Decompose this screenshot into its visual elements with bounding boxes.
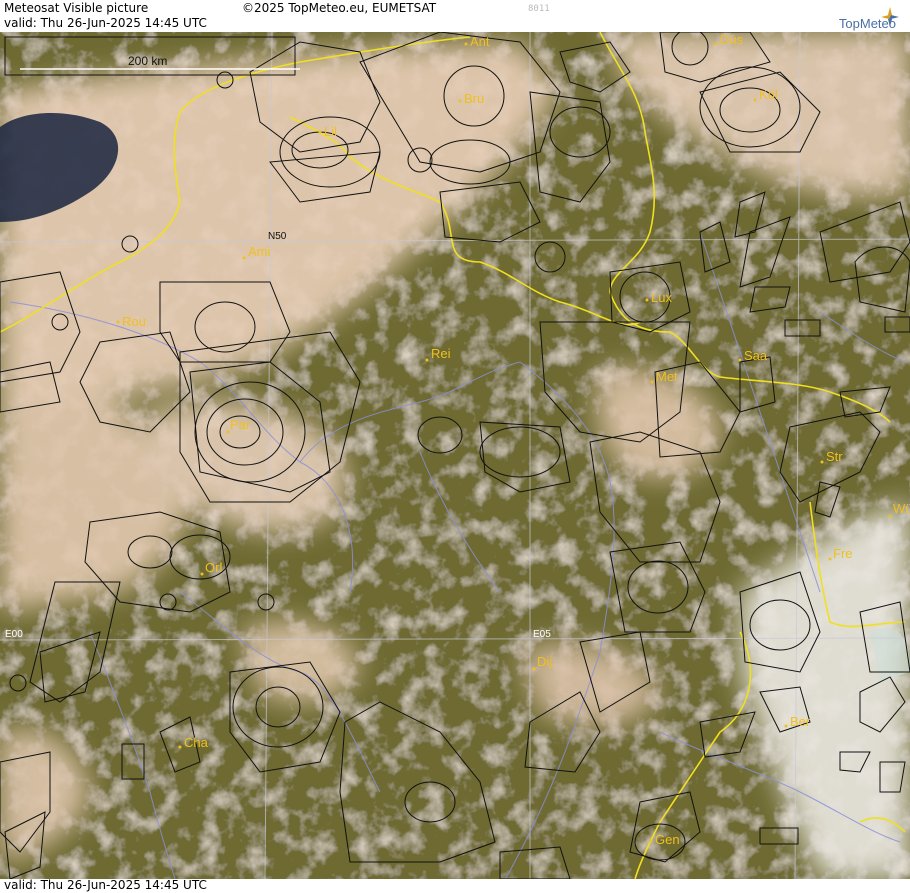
satellite-map[interactable]: 200 km N50 E00 E05 Ant Düs Bru Köl Lil A… (0, 32, 910, 879)
city-brussels[interactable]: Bru (464, 91, 484, 106)
image-code: 8011 (528, 4, 550, 14)
valid-time-bottom: valid: Thu 26-Jun-2025 14:45 UTC (4, 878, 207, 892)
brand-logo: TopMeteo (838, 16, 896, 31)
city-saarbruecken[interactable]: Saa (744, 348, 768, 363)
city-bern[interactable]: Ber (790, 714, 811, 729)
city-chateauroux[interactable]: Cha (184, 735, 209, 750)
grid-label-n50: N50 (268, 231, 287, 242)
satellite-map-svg: 200 km N50 E00 E05 Ant Düs Bru Köl Lil A… (0, 32, 910, 879)
city-rouen[interactable]: Rou (122, 314, 146, 329)
satellite-frame: Meteosat Visible picture ©2025 TopMeteo.… (0, 0, 910, 893)
city-paris[interactable]: Par (230, 417, 251, 432)
scale-label: 200 km (128, 54, 167, 68)
city-antwerp[interactable]: Ant (470, 34, 490, 49)
city-duesseldorf[interactable]: Düs (720, 32, 744, 47)
city-dijon[interactable]: Dij (537, 654, 552, 669)
city-orleans[interactable]: Orl (205, 560, 222, 575)
city-metz[interactable]: Met (656, 369, 678, 384)
header-bar: Meteosat Visible picture ©2025 TopMeteo.… (0, 0, 910, 33)
city-strasbourg[interactable]: Str (826, 449, 843, 464)
picture-title: Meteosat Visible picture (4, 1, 149, 15)
grid-label-e00: E00 (5, 629, 23, 640)
city-geneva[interactable]: Gen (655, 832, 680, 847)
city-freiburg[interactable]: Fre (833, 546, 853, 561)
city-amiens[interactable]: Ami (248, 244, 271, 259)
city-koeln[interactable]: Köl (759, 87, 778, 102)
city-reims[interactable]: Rei (431, 346, 451, 361)
city-wu[interactable]: Wü (893, 501, 910, 516)
grid-label-e05: E05 (533, 629, 551, 640)
city-luxembourg[interactable]: Lux (651, 290, 672, 305)
footer-bar: valid: Thu 26-Jun-2025 14:45 UTC (0, 878, 910, 893)
valid-time-top: valid: Thu 26-Jun-2025 14:45 UTC (4, 16, 207, 30)
city-lille[interactable]: Lil (324, 124, 337, 139)
copyright-text: ©2025 TopMeteo.eu, EUMETSAT (242, 1, 437, 15)
